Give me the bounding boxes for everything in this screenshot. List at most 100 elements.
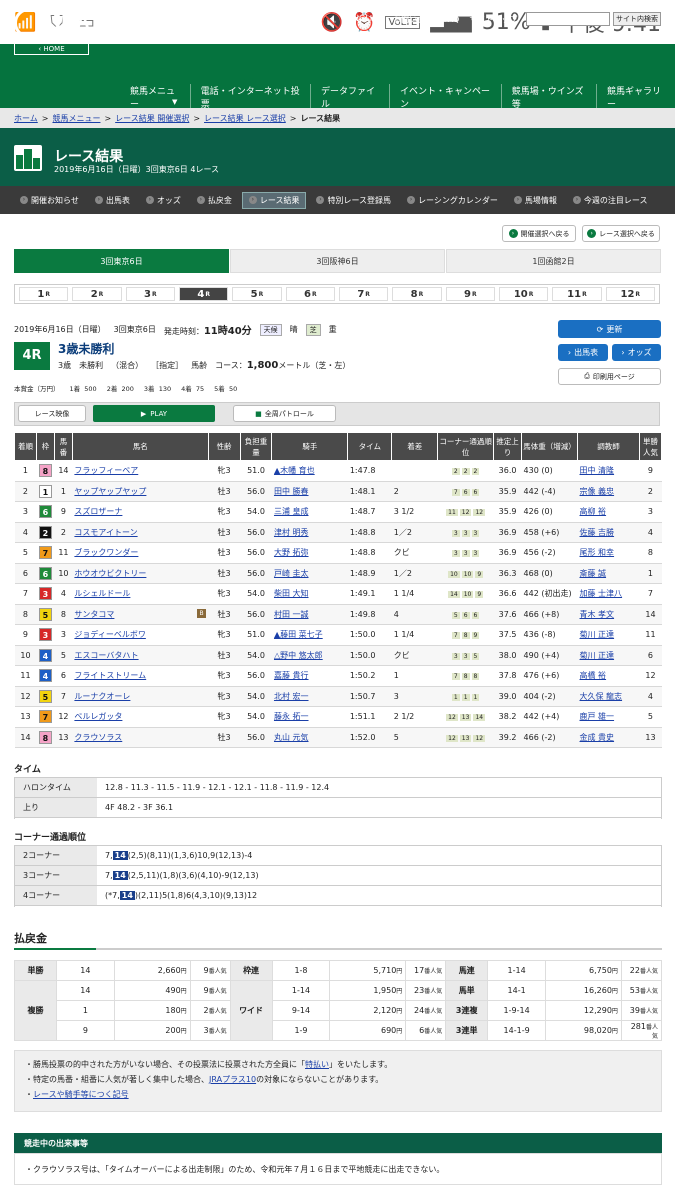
horse-name-link[interactable]: エスコーバタハト <box>74 651 138 660</box>
breadcrumb-kaisai[interactable]: レース結果 開催選択 <box>115 113 189 124</box>
race-conditions: 3歳 未勝利 （混合） ［指定］ 馬齢 コース：1,800メートル（芝・左） <box>58 360 351 371</box>
trainer-link[interactable]: 宗像 義忠 <box>580 487 615 496</box>
cell-10: 38.2 <box>493 706 522 728</box>
home-button[interactable]: ‹ HOME <box>14 43 89 55</box>
sitemap-link[interactable]: サイトマップ <box>469 14 517 25</box>
faq-link[interactable]: お問い合わせ/FAQ <box>393 14 459 25</box>
jra-logo[interactable]: JRA <box>14 8 90 38</box>
race-number-10[interactable]: 10 R <box>498 287 549 301</box>
trainer-link[interactable]: 高柳 裕 <box>580 507 607 516</box>
horse-name-link[interactable]: コスモアイトーン <box>74 528 137 537</box>
cell-11: 430 (0) <box>521 460 578 482</box>
jockey-link[interactable]: 田中 勝春 <box>274 487 309 496</box>
horse-name-link[interactable]: スズロザーナ <box>74 507 122 516</box>
jockey-link[interactable]: 戸崎 圭太 <box>274 569 309 578</box>
back-race-button[interactable]: › レース選択へ戻る <box>582 225 660 242</box>
horse-name-link[interactable]: ルシェルドール <box>74 589 130 598</box>
nav-gallery[interactable]: 競馬ギャラリー <box>596 84 675 110</box>
update-button[interactable]: ⟳ 更新 <box>558 320 661 338</box>
site-search-button[interactable]: サイト内検索 <box>613 12 661 26</box>
horse-name-link[interactable]: ベルレガッタ <box>74 712 122 721</box>
race-number-12[interactable]: 12 R <box>605 287 655 301</box>
trainer-link[interactable]: 菊川 正達 <box>580 630 615 639</box>
site-search-input[interactable] <box>526 12 610 26</box>
play-button[interactable]: ▶ PLAY <box>93 405 215 422</box>
jockey-link[interactable]: 藤永 拓一 <box>274 712 309 721</box>
cell-text: 56.0 <box>247 609 265 619</box>
horse-name-link[interactable]: クラウソラス <box>74 733 122 742</box>
horse-name-link[interactable]: ヤップヤップヤップ <box>74 487 146 496</box>
race-number-6[interactable]: 6R <box>285 287 335 301</box>
venue-tab-hanshin[interactable]: 3回阪神6日 <box>230 249 445 273</box>
jockey-link[interactable]: ▲藤田 菜七子 <box>274 630 323 639</box>
trainer-link[interactable]: 加藤 士津八 <box>580 589 623 598</box>
nav-voting[interactable]: 電話・インターネット投票 <box>189 84 310 110</box>
race-number-4[interactable]: 4R <box>178 287 229 301</box>
horse-name-link[interactable]: フライトストリーム <box>74 671 146 680</box>
venue-tab-tokyo[interactable]: 3回東京6日 <box>14 249 229 273</box>
shutsuba-button[interactable]: › 出馬表 <box>558 344 608 361</box>
trainer-link[interactable]: 佐藤 吉勝 <box>580 528 615 537</box>
jockey-link[interactable]: 丸山 元気 <box>274 733 309 742</box>
english-link[interactable]: ENGLISH <box>348 14 383 25</box>
jockey-link[interactable]: 大野 拓弥 <box>274 548 309 557</box>
menu-payout[interactable]: › 払戻金 <box>191 193 238 208</box>
breadcrumb-menu[interactable]: 競馬メニュー <box>52 113 100 124</box>
menu-result[interactable]: › レース結果 <box>241 191 307 209</box>
race-number-11[interactable]: 11 R <box>552 287 602 301</box>
nav-keiba-menu[interactable]: 競馬メニュー <box>120 84 190 110</box>
race-number-5[interactable]: 5R <box>232 287 282 301</box>
race-number-9[interactable]: 9R <box>445 287 495 301</box>
back-kaisai-button[interactable]: › 開催選択へ戻る <box>502 225 576 242</box>
jockey-link[interactable]: 嘉藤 貴行 <box>274 671 309 680</box>
nav-datafile[interactable]: データファイル <box>310 84 389 110</box>
breadcrumb-race-select[interactable]: レース結果 レース選択 <box>204 113 286 124</box>
menu-shutsuba[interactable]: › 出馬表 <box>89 193 136 208</box>
race-number-1[interactable]: 1R <box>19 287 69 301</box>
jra-plus10-link[interactable]: JRAプラス10 <box>209 1075 256 1084</box>
horse-name-link[interactable]: サンタコマ <box>74 610 114 619</box>
nav-events[interactable]: イベント・キャンペーン <box>389 84 501 110</box>
horse-name-link[interactable]: フラッフィーベア <box>74 466 138 475</box>
horse-name-link[interactable]: ホウオウビクトリー <box>74 569 146 578</box>
trainer-link[interactable]: 田中 清隆 <box>580 466 615 475</box>
horse-name-link[interactable]: ブラックワンダー <box>74 548 138 557</box>
race-number-7[interactable]: 7R <box>338 287 389 301</box>
race-number-3[interactable]: 3R <box>125 287 175 301</box>
menu-baba[interactable]: › 馬場情報 <box>508 193 563 208</box>
trainer-link[interactable]: 鹿戸 雄一 <box>580 712 615 721</box>
trainer-link[interactable]: 金成 貴史 <box>580 733 615 742</box>
trainer-link[interactable]: 斎藤 誠 <box>580 569 607 578</box>
trainer-link[interactable]: 菊川 正達 <box>580 651 615 660</box>
jockey-link[interactable]: ▲木幡 育也 <box>274 466 315 475</box>
jockey-link[interactable]: △野中 悠太郎 <box>274 651 323 660</box>
menu-odds[interactable]: › オッズ <box>140 193 187 208</box>
jockey-link[interactable]: 北村 宏一 <box>274 692 309 701</box>
trainer-link[interactable]: 大久保 龍志 <box>580 692 623 701</box>
tokubarai-link[interactable]: 特払い <box>305 1060 329 1069</box>
jockey-link[interactable]: 津村 明秀 <box>274 528 309 537</box>
print-button[interactable]: ⎙ 印刷用ページ <box>558 368 661 385</box>
menu-notice[interactable]: › 開催お知らせ <box>14 193 85 208</box>
patrol-button[interactable]: ■ 全周パトロール <box>233 405 336 422</box>
jockey-link[interactable]: 柴田 大知 <box>274 589 309 598</box>
trainer-link[interactable]: 尾形 和幸 <box>580 548 615 557</box>
menu-featured[interactable]: › 今週の注目レース <box>567 193 654 208</box>
jockey-link[interactable]: 村田 一誠 <box>274 610 309 619</box>
horse-name-link[interactable]: ルーナクオーレ <box>74 692 130 701</box>
race-number-2[interactable]: 2R <box>72 287 122 301</box>
venue-tab-hakodate[interactable]: 1回函館2日 <box>446 249 661 273</box>
payout-yen-value: 98,020 <box>583 1026 612 1035</box>
race-symbols-link[interactable]: レースや騎手等につく記号 <box>33 1090 129 1099</box>
race-number-8[interactable]: 8R <box>392 287 442 301</box>
odds-button[interactable]: › オッズ <box>612 344 661 361</box>
corner-pos: 3 <box>451 529 460 537</box>
trainer-link[interactable]: 高橋 裕 <box>580 671 607 680</box>
breadcrumb-home[interactable]: ホーム <box>14 113 38 124</box>
menu-special[interactable]: › 特別レース登録馬 <box>310 193 397 208</box>
nav-racecourses[interactable]: 競馬場・ウインズ等 <box>500 84 596 110</box>
jockey-link[interactable]: 三浦 皇成 <box>274 507 309 516</box>
trainer-link[interactable]: 青木 孝文 <box>580 610 615 619</box>
menu-calendar[interactable]: › レーシングカレンダー <box>401 193 504 208</box>
horse-name-link[interactable]: ジョディーベルボワ <box>74 630 145 639</box>
